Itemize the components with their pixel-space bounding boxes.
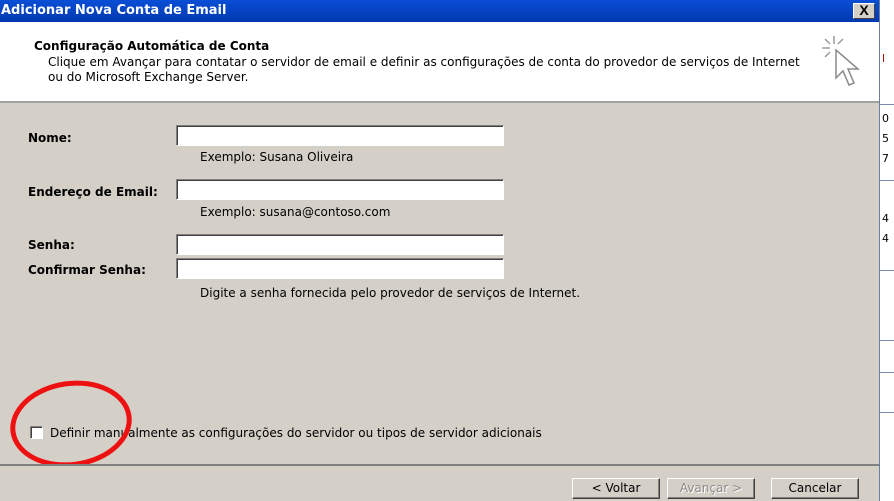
- password-hint: Digite a senha fornecida pelo provedor d…: [200, 286, 581, 300]
- close-button[interactable]: X: [853, 3, 875, 19]
- name-input[interactable]: [176, 125, 504, 146]
- header-description: Clique em Avançar para contatar o servid…: [48, 55, 800, 84]
- bg-divider: [880, 340, 894, 341]
- title-bar: Adicionar Nova Conta de Email X: [0, 0, 879, 22]
- back-button[interactable]: < Voltar: [572, 478, 660, 499]
- bg-divider: [880, 180, 894, 181]
- confirm-password-input[interactable]: [176, 258, 504, 279]
- wizard-body: [0, 103, 879, 464]
- name-hint: Exemplo: Susana Oliveira: [200, 150, 354, 164]
- bg-glyph: 5: [882, 132, 889, 145]
- bg-divider: [880, 270, 894, 271]
- confirm-password-label: Confirmar Senha:: [28, 263, 146, 277]
- email-input[interactable]: [176, 179, 504, 200]
- password-input[interactable]: [176, 234, 504, 255]
- wizard-cursor-icon: [822, 36, 861, 86]
- name-label: Nome:: [28, 131, 72, 145]
- bg-glyph: 7: [882, 152, 889, 165]
- email-hint: Exemplo: susana@contoso.com: [200, 205, 391, 219]
- next-button[interactable]: Avançar >: [667, 478, 755, 499]
- bg-glyph: l: [882, 52, 886, 65]
- cancel-button[interactable]: Cancelar: [771, 478, 859, 499]
- bg-glyph: 4: [882, 212, 889, 225]
- header-title: Configuração Automática de Conta: [34, 39, 270, 53]
- window-title: Adicionar Nova Conta de Email: [1, 3, 227, 18]
- bg-divider: [880, 372, 894, 373]
- background-window: l 0 5 7 4 4: [879, 0, 894, 501]
- wizard-header: Configuração Automática de Conta Clique …: [0, 22, 879, 101]
- bg-divider: [880, 104, 894, 105]
- email-label: Endereço de Email:: [28, 185, 158, 199]
- bg-glyph: 4: [882, 232, 889, 245]
- bg-glyph: 0: [882, 112, 889, 125]
- password-label: Senha:: [28, 238, 75, 252]
- bg-divider: [880, 412, 894, 413]
